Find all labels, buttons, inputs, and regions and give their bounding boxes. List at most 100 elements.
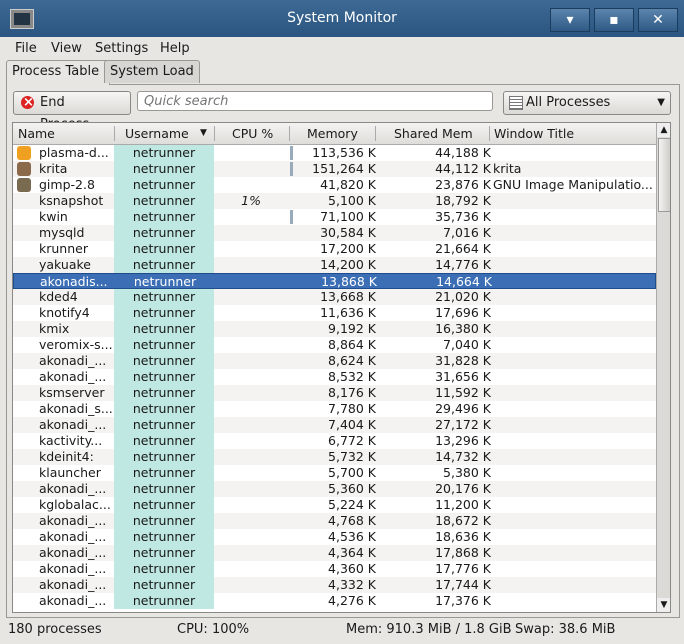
process-shared-mem: 13,296 K — [435, 433, 491, 448]
process-memory: 4,768 K — [328, 513, 376, 528]
close-button[interactable]: ✕ — [638, 8, 678, 32]
process-name: akonadi_s... — [39, 401, 113, 416]
process-username: netrunner — [114, 545, 214, 561]
column-divider[interactable] — [289, 126, 290, 141]
process-shared-mem: 16,380 K — [435, 321, 491, 336]
table-row[interactable]: akonadi_... netrunner 4,276 K 17,376 K — [13, 593, 656, 609]
table-row[interactable]: veromix-s... netrunner 8,864 K 7,040 K — [13, 337, 656, 353]
process-username: netrunner — [133, 274, 197, 289]
process-shared-mem: 44,188 K — [435, 145, 491, 160]
column-window-title[interactable]: Window Title — [494, 126, 574, 141]
table-row[interactable]: kdeinit4: netrunner 5,732 K 14,732 K — [13, 449, 656, 465]
column-cpu[interactable]: CPU % — [232, 126, 273, 141]
process-name: kded4 — [39, 289, 78, 304]
process-name: klauncher — [39, 465, 101, 480]
table-row[interactable]: klauncher netrunner 5,700 K 5,380 K — [13, 465, 656, 481]
table-row[interactable]: akonadis... netrunner 13,868 K 14,664 K — [13, 273, 656, 289]
table-row[interactable]: akonadi_... netrunner 4,536 K 18,636 K — [13, 529, 656, 545]
table-row[interactable]: akonadi_... netrunner 8,624 K 31,828 K — [13, 353, 656, 369]
process-shared-mem: 14,776 K — [435, 257, 491, 272]
tab-process-table[interactable]: Process Table — [6, 60, 110, 85]
table-row[interactable]: yakuake netrunner 14,200 K 14,776 K — [13, 257, 656, 273]
column-username[interactable]: Username — [125, 126, 189, 141]
column-shared-mem[interactable]: Shared Mem — [394, 126, 473, 141]
process-memory: 4,360 K — [328, 561, 376, 576]
table-row[interactable]: krita netrunner 151,264 K 44,112 Kkrita — [13, 161, 656, 177]
menu-help[interactable]: Help — [160, 41, 190, 56]
menu-file[interactable]: File — [15, 41, 37, 56]
process-name: akonadis... — [40, 274, 108, 289]
table-row[interactable]: kglobalac... netrunner 5,224 K 11,200 K — [13, 497, 656, 513]
process-memory: 113,536 K — [312, 145, 376, 160]
scrollbar-thumb[interactable] — [658, 138, 670, 212]
table-row[interactable]: akonadi_... netrunner 4,768 K 18,672 K — [13, 513, 656, 529]
process-name: kwin — [39, 209, 68, 224]
table-row[interactable]: kactivity... netrunner 6,772 K 13,296 K — [13, 433, 656, 449]
table-row[interactable]: akonadi_... netrunner 4,364 K 17,868 K — [13, 545, 656, 561]
table-row[interactable]: mysqld netrunner 30,584 K 7,016 K — [13, 225, 656, 241]
table-row[interactable]: kwin netrunner 71,100 K 35,736 K — [13, 209, 656, 225]
maximize-button[interactable]: ▪ — [594, 8, 634, 32]
column-divider[interactable] — [214, 126, 215, 141]
table-row[interactable]: kmix netrunner 9,192 K 16,380 K — [13, 321, 656, 337]
process-memory: 4,536 K — [328, 529, 376, 544]
table-row[interactable]: akonadi_... netrunner 8,532 K 31,656 K — [13, 369, 656, 385]
search-input[interactable] — [137, 91, 493, 111]
process-shared-mem: 11,592 K — [435, 385, 491, 400]
process-shared-mem: 31,656 K — [435, 369, 491, 384]
process-name: akonadi_... — [39, 561, 107, 576]
minimize-button[interactable]: ▾ — [550, 8, 590, 32]
process-name: akonadi_... — [39, 417, 107, 432]
process-name: akonadi_... — [39, 369, 107, 384]
process-memory: 11,636 K — [320, 305, 376, 320]
table-row[interactable]: knotify4 netrunner 11,636 K 17,696 K — [13, 305, 656, 321]
process-name: akonadi_... — [39, 481, 107, 496]
table-row[interactable]: akonadi_... netrunner 4,360 K 17,776 K — [13, 561, 656, 577]
table-row[interactable]: krunner netrunner 17,200 K 21,664 K — [13, 241, 656, 257]
process-filter-select[interactable]: All Processes ▼ — [503, 91, 671, 115]
column-divider[interactable] — [375, 126, 376, 141]
process-username: netrunner — [114, 257, 214, 273]
process-name: knotify4 — [39, 305, 90, 320]
table-row[interactable]: akonadi_... netrunner 5,360 K 20,176 K — [13, 481, 656, 497]
tab-system-load[interactable]: System Load — [104, 60, 200, 83]
plasma-icon — [17, 146, 31, 160]
process-filter-value: All Processes — [526, 95, 611, 110]
table-row[interactable]: akonadi_... netrunner 7,404 K 27,172 K — [13, 417, 656, 433]
swap-usage: Swap: 38.6 MiB — [515, 622, 616, 637]
scroll-up-icon[interactable]: ▲ — [657, 123, 670, 137]
column-memory[interactable]: Memory — [307, 126, 358, 141]
process-username: netrunner — [114, 449, 214, 465]
process-name: kactivity... — [39, 433, 103, 448]
table-row[interactable]: akonadi_s... netrunner 7,780 K 29,496 K — [13, 401, 656, 417]
process-name: akonadi_... — [39, 577, 107, 592]
table-row[interactable]: akonadi_... netrunner 4,332 K 17,744 K — [13, 577, 656, 593]
table-row[interactable]: gimp-2.8 netrunner 41,820 K 23,876 K GNU Ima… — [13, 177, 656, 193]
end-process-button[interactable]: End Process... — [13, 91, 131, 132]
process-cpu: 1% — [241, 193, 261, 208]
vertical-scrollbar[interactable]: ▲ ▼ — [656, 123, 670, 612]
column-name[interactable]: Name — [18, 126, 55, 141]
menu-view[interactable]: View — [51, 41, 82, 56]
table-row[interactable]: ksnapshot netrunner 1% 5,100 K 18,792 K — [13, 193, 656, 209]
scroll-down-icon[interactable]: ▼ — [657, 598, 670, 612]
process-name: kdeinit4: — [39, 449, 94, 464]
process-shared-mem: 17,776 K — [435, 561, 491, 576]
menu-bar: File View Settings Help — [0, 37, 684, 59]
table-row[interactable]: ksmserver netrunner 8,176 K 11,592 K — [13, 385, 656, 401]
column-divider[interactable] — [114, 126, 115, 141]
menu-settings[interactable]: Settings — [95, 41, 148, 56]
process-username: netrunner — [114, 401, 214, 417]
table-row[interactable]: plasma-d... netrunner 113,536 K 44,188 K — [13, 145, 656, 161]
process-name: gimp-2.8 — [39, 177, 95, 192]
process-name: kglobalac... — [39, 497, 111, 512]
column-divider[interactable] — [489, 126, 490, 141]
memory-usage: Mem: 910.3 MiB / 1.8 GiB — [346, 622, 512, 637]
process-username: netrunner — [114, 177, 214, 193]
process-shared-mem: 5,380 K — [443, 465, 491, 480]
table-row[interactable]: kded4 netrunner 13,668 K 21,020 K — [13, 289, 656, 305]
process-username: netrunner — [114, 305, 214, 321]
process-table[interactable]: Name Username ▼ CPU % Memory Shared Mem … — [12, 122, 671, 613]
title-bar[interactable]: System Monitor ▾ ▪ ✕ — [0, 0, 684, 37]
process-memory: 5,100 K — [328, 193, 376, 208]
